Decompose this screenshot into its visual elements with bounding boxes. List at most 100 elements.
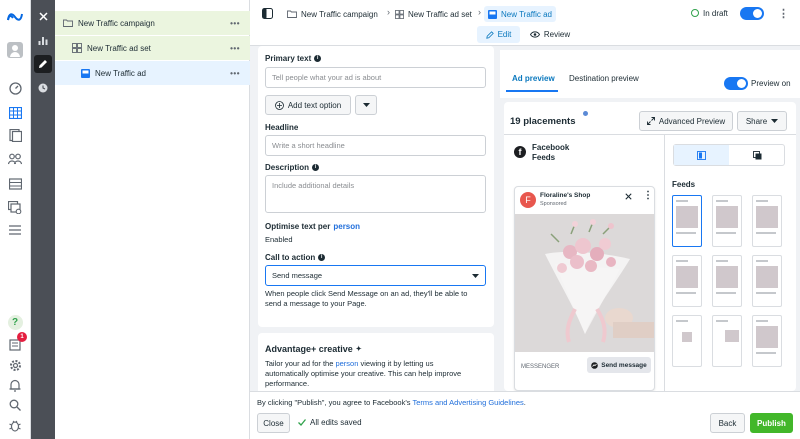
more-options-icon[interactable]: ⋮ — [778, 7, 789, 20]
share-button[interactable]: Share — [737, 111, 787, 131]
table-icon[interactable] — [7, 105, 23, 121]
advantage-line-1-suffix: viewing it by letting us — [360, 359, 434, 368]
eye-icon — [529, 31, 540, 38]
notifications-icon[interactable]: 1 — [7, 332, 27, 352]
columns-icon — [697, 150, 706, 160]
send-message-label: Send message — [601, 361, 647, 369]
more-options-icon[interactable]: ⋮ — [643, 190, 653, 201]
tab-ad-preview[interactable]: Ad preview — [512, 74, 555, 83]
placement-thumb[interactable] — [712, 195, 742, 247]
more-options-icon[interactable]: ••• — [230, 69, 240, 78]
feeds-section-label: Feeds — [672, 180, 696, 189]
publish-button[interactable]: Publish — [750, 413, 793, 433]
terms-link[interactable]: Terms and Advertising Guidelines — [412, 398, 523, 407]
info-icon[interactable]: i — [312, 164, 320, 171]
close-icon[interactable] — [34, 7, 52, 25]
more-options-icon[interactable]: ••• — [230, 19, 240, 28]
tree-item-campaign[interactable]: New Traffic campaign ••• — [55, 11, 250, 35]
help-icon[interactable]: ? — [7, 314, 23, 330]
share-label: Share — [745, 116, 768, 126]
primary-text-input[interactable]: Tell people what your ad is about — [265, 67, 486, 88]
grid-icon — [395, 9, 404, 19]
add-text-option-button[interactable]: Add text option — [265, 95, 351, 115]
sponsored-label: Sponsored — [540, 201, 567, 207]
tab-edit[interactable]: Edit — [477, 26, 520, 43]
menu-icon[interactable] — [7, 222, 23, 238]
grid-icon — [72, 43, 82, 53]
cta-help-line-2: send a message to your Page. — [265, 299, 367, 308]
placement-thumb[interactable] — [712, 315, 742, 367]
editor-header: New Traffic campaign › New Traffic ad se… — [250, 0, 800, 46]
more-options-icon[interactable]: ••• — [230, 44, 240, 53]
breadcrumb-campaign[interactable]: New Traffic campaign — [287, 6, 378, 22]
cta-select[interactable]: Send message — [265, 265, 486, 286]
tree-ad-label: New Traffic ad — [95, 68, 146, 78]
settings-icon[interactable] — [7, 357, 23, 373]
placement-thumb[interactable] — [672, 195, 702, 247]
clock-icon[interactable] — [34, 79, 52, 97]
cta-select-value: Send message — [272, 271, 323, 280]
placement-thumb[interactable] — [712, 255, 742, 307]
pencil-icon[interactable] — [34, 55, 52, 73]
divider — [504, 134, 796, 135]
advantage-line-2: automatically optimise your creative. Th… — [265, 369, 462, 378]
placement-thumb[interactable] — [752, 195, 782, 247]
folder-icon — [287, 10, 297, 18]
tree-item-ad[interactable]: New Traffic ad ••• — [55, 61, 250, 85]
headline-input[interactable]: Write a short headline — [265, 135, 486, 156]
columns-view-button[interactable] — [674, 145, 729, 165]
advantage-line-1-prefix: Tailor your ad for the — [265, 359, 334, 368]
search-icon[interactable] — [7, 397, 23, 413]
tab-destination-preview[interactable]: Destination preview — [569, 74, 639, 83]
chart-icon[interactable] — [34, 31, 52, 49]
back-button[interactable]: Back — [710, 413, 745, 433]
ad-mockup: F Floraline's Shop Sponsored ⋮ MESSENGER… — [514, 186, 655, 391]
audience-icon[interactable] — [7, 151, 23, 167]
stacked-view-button[interactable] — [730, 145, 785, 165]
pages-icon[interactable] — [7, 127, 23, 143]
divider — [664, 135, 665, 391]
close-icon[interactable] — [625, 193, 632, 200]
placement-thumb[interactable] — [672, 315, 702, 367]
optimise-heading: Optimise text per person — [265, 222, 360, 231]
panel-toggle-icon[interactable] — [262, 8, 273, 19]
send-message-button[interactable]: Send message — [587, 357, 651, 373]
breadcrumb-ad[interactable]: New Traffic ad — [484, 6, 556, 22]
catalog-icon[interactable] — [7, 175, 23, 191]
primary-text-heading: Primary text i — [265, 54, 322, 63]
stack-icon[interactable] — [7, 199, 23, 215]
meta-logo-icon[interactable] — [7, 9, 23, 25]
advanced-preview-button[interactable]: Advanced Preview — [639, 111, 733, 131]
description-label: Description — [265, 163, 310, 172]
info-icon[interactable]: i — [318, 254, 326, 261]
tree-item-adset[interactable]: New Traffic ad set ••• — [55, 36, 250, 60]
optimise-value: Enabled — [265, 235, 293, 244]
preview-on-toggle[interactable] — [724, 77, 748, 90]
chevron-right-icon: › — [478, 7, 481, 17]
preview-on-label: Preview on — [751, 79, 791, 88]
save-status: All edits saved — [298, 418, 362, 427]
person-link[interactable]: person — [335, 359, 358, 368]
avatar[interactable] — [7, 42, 23, 58]
sparkle-icon: ✦ — [355, 346, 362, 353]
placement-title: Facebook Feeds — [532, 143, 569, 163]
text-card: Primary text i Tell people what your ad … — [258, 46, 494, 327]
add-text-option-dropdown[interactable] — [355, 95, 377, 115]
alerts-icon[interactable] — [7, 377, 23, 393]
ad-status-toggle[interactable] — [740, 7, 764, 20]
placements-count: 19 placements — [510, 116, 576, 127]
dashboard-icon[interactable] — [7, 80, 23, 96]
description-input[interactable]: Include additional details — [265, 175, 486, 213]
placement-thumb[interactable] — [752, 315, 782, 367]
folder-icon — [63, 19, 73, 27]
tab-review[interactable]: Review — [526, 26, 574, 43]
info-icon[interactable]: i — [314, 55, 322, 62]
placement-thumb[interactable] — [672, 255, 702, 307]
person-link[interactable]: person — [333, 222, 360, 231]
close-button[interactable]: Close — [257, 413, 290, 433]
headline-heading: Headline — [265, 123, 298, 132]
placement-thumb[interactable] — [752, 255, 782, 307]
debug-icon[interactable] — [7, 417, 23, 433]
caret-down-icon — [472, 273, 479, 278]
breadcrumb-adset[interactable]: New Traffic ad set — [395, 6, 472, 22]
